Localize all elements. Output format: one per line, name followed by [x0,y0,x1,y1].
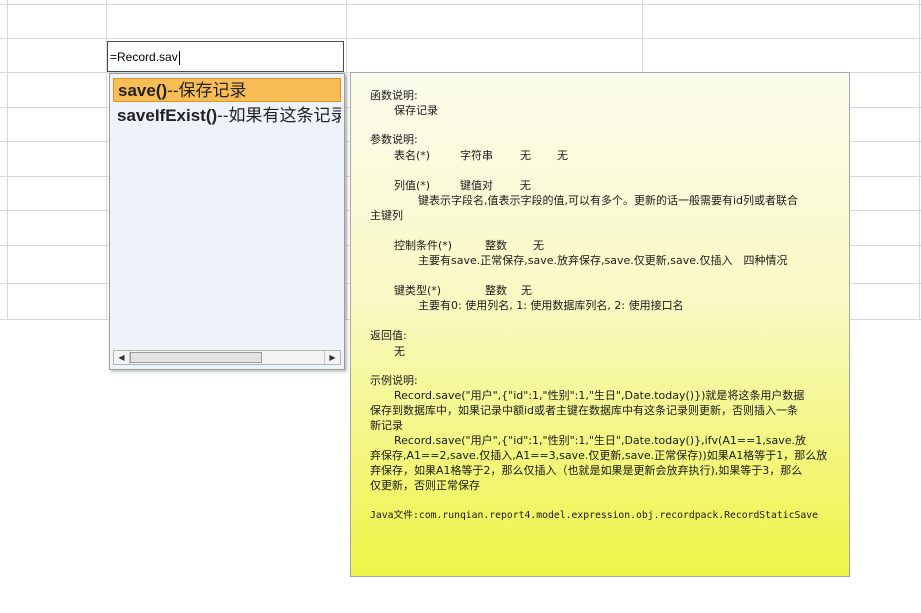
horizontal-scrollbar[interactable]: ◀ ▶ [113,350,341,365]
autocomplete-item-description: --如果有这条记录 [217,106,341,125]
java-class-path: Java文件:com.runqian.report4.model.express… [370,510,819,521]
grid-row-line [0,38,921,39]
param-name: 列值(*) [394,179,431,192]
parameters-heading: 参数说明: [370,133,418,146]
param-description: 主要有0: 使用列名, 1: 使用数据库列名, 2: 使用接口名 [418,299,684,312]
param-description: 主要有save.正常保存,save.放弃保存,save.仅更新,save.仅插入… [418,254,788,267]
param-description: 主键列 [370,209,403,222]
return-value: 无 [394,345,405,358]
param-value: 无 [520,179,531,192]
function-description: 保存记录 [394,104,438,117]
autocomplete-item-function: saveIfExist() [117,106,218,125]
autocomplete-item-save[interactable]: save()--保存记录 [113,78,341,102]
autocomplete-list[interactable]: save()--保存记录 saveIfExist()--如果有这条记录 ◀ ▶ [109,73,345,370]
grid-row-line [0,4,921,5]
example-text: Record.save("用户",{"id":1,"性别":1,"生日",Dat… [394,389,805,402]
grid-column-line [7,0,8,320]
scroll-left-icon[interactable]: ◀ [114,351,130,364]
return-value-heading: 返回值: [370,329,407,342]
scroll-right-icon[interactable]: ▶ [324,351,340,364]
param-name: 表名(*) [394,149,431,162]
param-name: 键类型(*) [394,284,442,297]
grid-column-line [919,0,920,320]
formula-text: =Record.sav [110,50,178,64]
param-value: 无 [521,284,532,297]
example-text: 保存到数据库中，如果记录中额id或者主键在数据库中有这条记录则更新，否则插入一条 [370,404,799,417]
param-type: 键值对 [460,179,493,192]
example-text: 新记录 [370,419,403,432]
cell-formula-editor[interactable]: =Record.sav [107,41,344,72]
example-text: 仅更新，否则正常保存 [370,479,480,492]
function-description-heading: 函数说明: [370,89,418,102]
example-text: Record.save("用户",{"id":1,"性别":1,"生日",Dat… [394,434,807,447]
example-text: 弃保存，如果A1格等于2，那么仅插入（也就是如果是更新会放弃执行),如果等于3，… [370,464,803,477]
param-type: 字符串 [460,149,493,162]
param-name: 控制条件(*) [394,239,453,252]
param-value: 无 [557,149,568,162]
function-help-tooltip: 函数说明: 保存记录 参数说明: 表名(*) 字符串 无 无 列值(*) 键值对… [350,72,850,577]
scrollbar-thumb[interactable] [130,352,262,363]
param-value: 无 [520,149,531,162]
example-text: 弃保存,A1==2,save.仅插入,A1==3,save.仅更新,save.正… [370,449,828,462]
autocomplete-item-function: save() [118,81,168,100]
autocomplete-item-saveifexist[interactable]: saveIfExist()--如果有这条记录 [113,104,341,128]
example-heading: 示例说明: [370,374,418,387]
param-value: 无 [533,239,544,252]
param-type: 整数 [485,239,507,252]
text-caret [178,50,180,65]
param-type: 整数 [485,284,507,297]
param-description: 键表示字段名,值表示字段的值,可以有多个。更新的话一般需要有id列或者联合 [418,194,799,207]
grid-column-line [346,0,347,320]
autocomplete-item-description: --保存记录 [167,81,247,100]
